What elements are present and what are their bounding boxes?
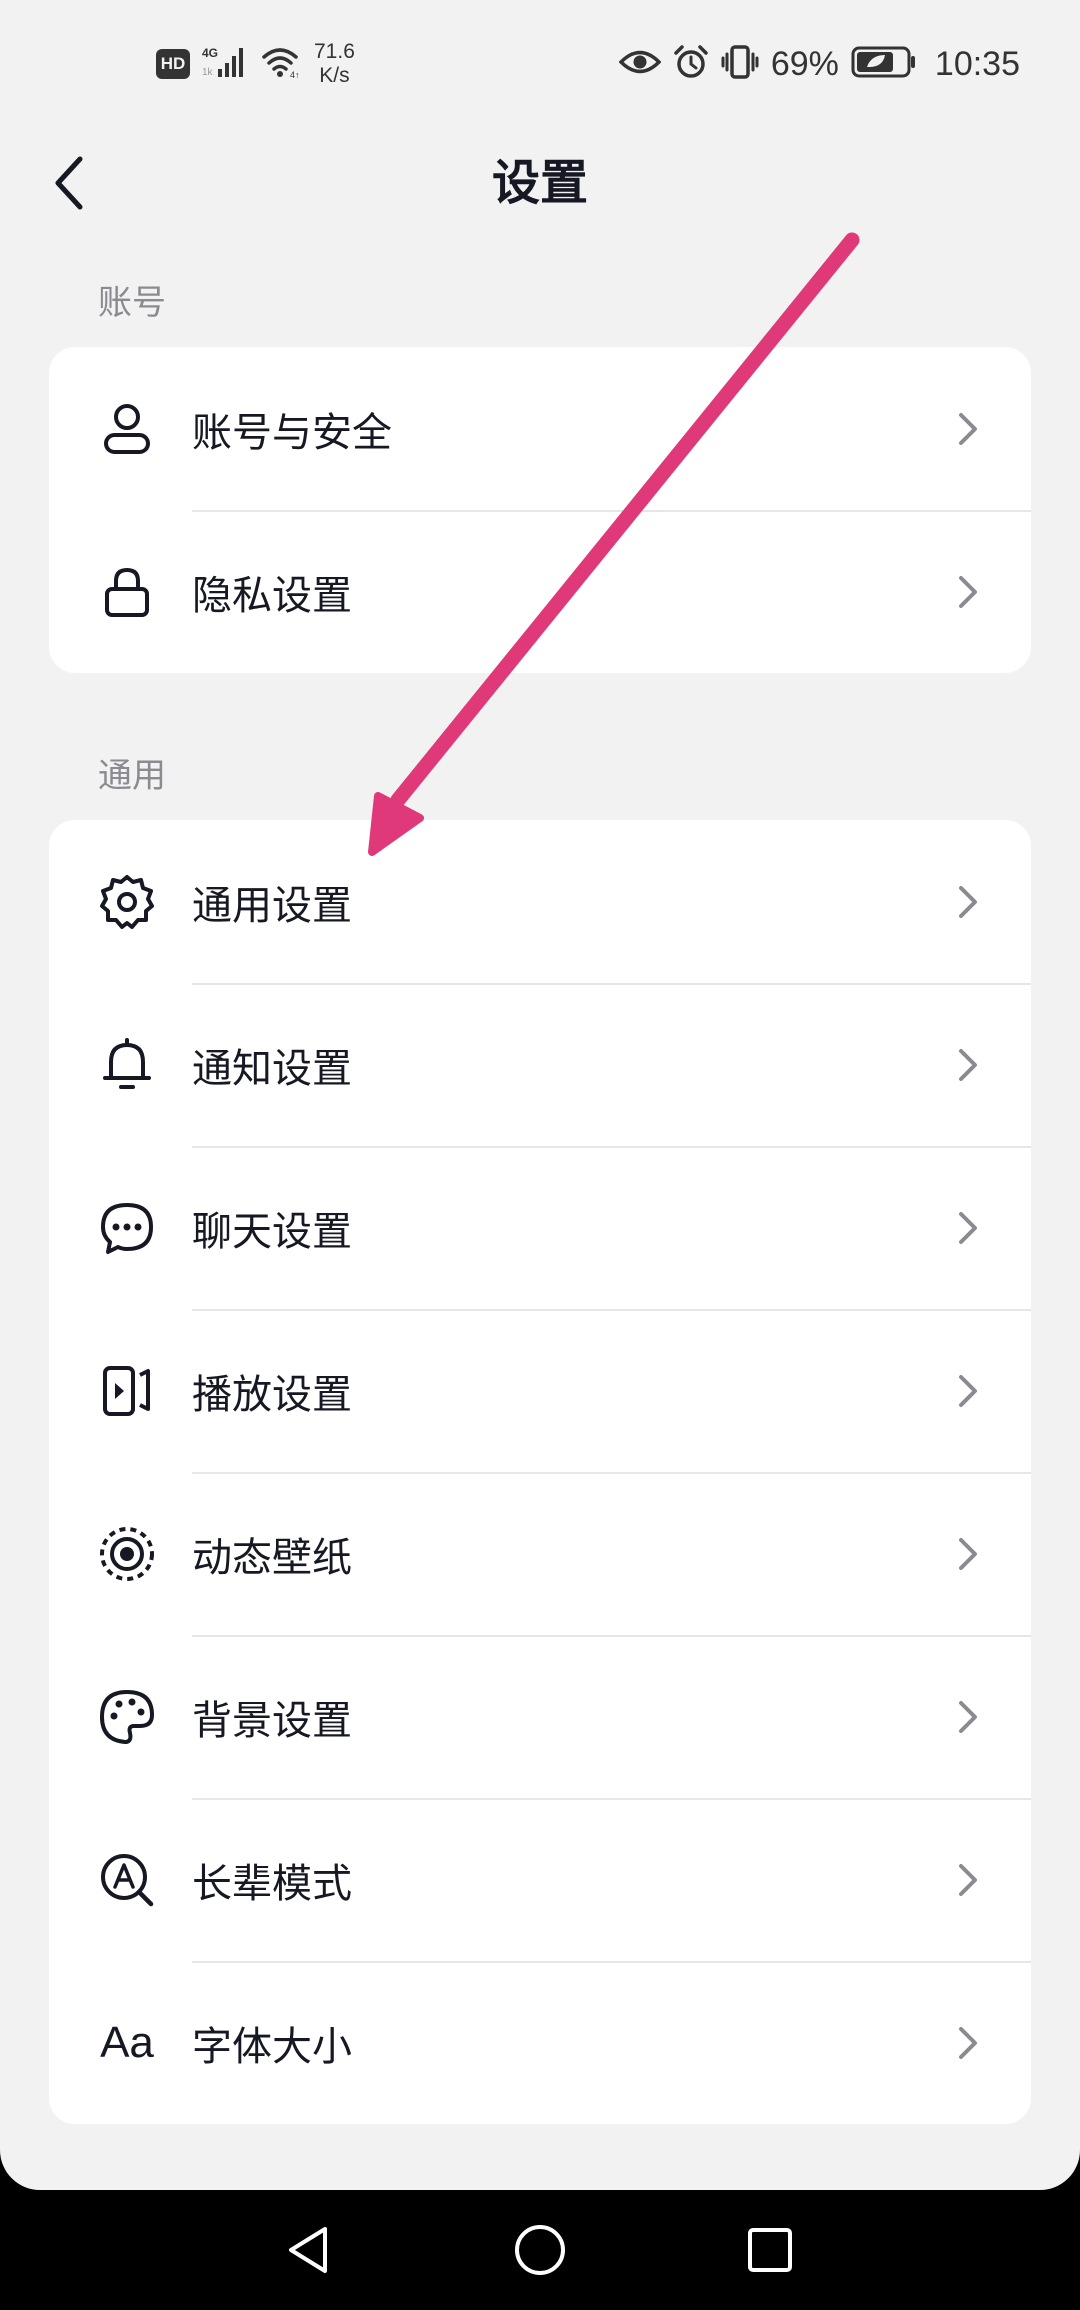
play-screen-icon	[97, 1361, 157, 1421]
status-left: HD 4G 1k 4↑ 71.6 K/s	[156, 36, 355, 92]
cellular-signal-icon: 4G 1k	[200, 45, 250, 83]
network-speed: 71.6 K/s	[314, 40, 355, 88]
settings-item-label: 播放设置	[192, 1371, 352, 1418]
settings-item-label: 隐私设置	[192, 572, 352, 619]
section-label-general: 通用	[98, 756, 166, 796]
navigation-bar	[0, 2190, 1080, 2310]
settings-item-label: 动态壁纸	[192, 1534, 352, 1581]
settings-item-label: 账号与安全	[192, 409, 392, 456]
settings-item-account-security[interactable]: 账号与安全	[49, 347, 1031, 510]
battery-percent: 69%	[770, 44, 839, 83]
settings-item-label: 聊天设置	[192, 1208, 352, 1255]
triangle-back-icon	[289, 2227, 327, 2273]
settings-item-chat[interactable]: 聊天设置	[49, 1146, 1031, 1309]
lock-icon	[97, 562, 157, 622]
page-title: 设置	[491, 155, 588, 211]
settings-item-general[interactable]: 通用设置	[49, 820, 1031, 983]
settings-screen: HD 4G 1k 4↑ 71.6 K/s 69% 10:35 设置 账号 账号与…	[0, 0, 1080, 2190]
chevron-right-icon	[959, 1863, 977, 1896]
chevron-right-icon	[959, 2026, 977, 2059]
settings-item-privacy[interactable]: 隐私设置	[49, 510, 1031, 673]
nav-home-button[interactable]	[510, 2220, 570, 2280]
vibrate-icon	[721, 44, 759, 84]
settings-item-label: 字体大小	[192, 2023, 352, 2070]
settings-item-dynamic-wallpaper[interactable]: 动态壁纸	[49, 1472, 1031, 1635]
settings-item-background[interactable]: 背景设置	[49, 1635, 1031, 1798]
svg-text:4G: 4G	[202, 46, 218, 60]
svg-text:1k: 1k	[202, 67, 214, 78]
settings-item-label: 通用设置	[192, 882, 352, 929]
chevron-right-icon	[959, 575, 977, 608]
settings-item-notifications[interactable]: 通知设置	[49, 983, 1031, 1146]
font-size-icon-text: Aa	[100, 2017, 154, 2067]
settings-item-label: 通知设置	[192, 1045, 352, 1092]
wifi-icon: 4↑	[260, 45, 304, 83]
status-right: 69% 10:35	[618, 36, 1020, 92]
settings-item-playback[interactable]: 播放设置	[49, 1309, 1031, 1472]
palette-icon	[97, 1687, 157, 1747]
battery-icon	[851, 45, 917, 83]
nav-recents-button[interactable]	[740, 2220, 800, 2280]
chevron-right-icon	[959, 1374, 977, 1407]
settings-item-font-size[interactable]: Aa 字体大小	[49, 1961, 1031, 2124]
status-bar: HD 4G 1k 4↑ 71.6 K/s 69% 10:35	[0, 0, 1080, 120]
elder-mode-icon	[97, 1850, 157, 1910]
eye-comfort-icon	[618, 47, 662, 81]
chat-bubble-icon	[97, 1198, 157, 1258]
account-settings-card: 账号与安全 隐私设置	[49, 347, 1031, 673]
circle-home-icon	[515, 2225, 565, 2275]
svg-text:4↑: 4↑	[290, 70, 300, 79]
net-speed-unit: K/s	[319, 64, 350, 87]
net-speed-value: 71.6	[314, 40, 355, 63]
gear-icon	[97, 872, 157, 932]
header: 设置	[0, 120, 1080, 250]
settings-item-label: 背景设置	[192, 1697, 352, 1744]
settings-item-elder-mode[interactable]: 长辈模式	[49, 1798, 1031, 1961]
chevron-right-icon	[959, 412, 977, 445]
nav-back-button[interactable]	[278, 2220, 338, 2280]
settings-item-label: 长辈模式	[192, 1860, 352, 1907]
chevron-right-icon	[959, 1700, 977, 1733]
general-settings-card: 通用设置 通知设置 聊天设置 播放设置 动态壁纸 背景设置 长辈模式 Aa 字体…	[49, 820, 1031, 2124]
chevron-right-icon	[959, 885, 977, 918]
chevron-right-icon	[959, 1048, 977, 1081]
person-icon	[97, 399, 157, 459]
chevron-right-icon	[959, 1537, 977, 1570]
square-recents-icon	[748, 2228, 792, 2272]
hd-badge: HD	[156, 49, 190, 79]
alarm-icon	[673, 44, 709, 84]
font-size-icon: Aa	[97, 2013, 157, 2073]
bell-icon	[97, 1035, 157, 1095]
chevron-right-icon	[959, 1211, 977, 1244]
dynamic-wallpaper-icon	[97, 1524, 157, 1584]
clock: 10:35	[934, 44, 1020, 83]
section-label-account: 账号	[98, 283, 166, 323]
